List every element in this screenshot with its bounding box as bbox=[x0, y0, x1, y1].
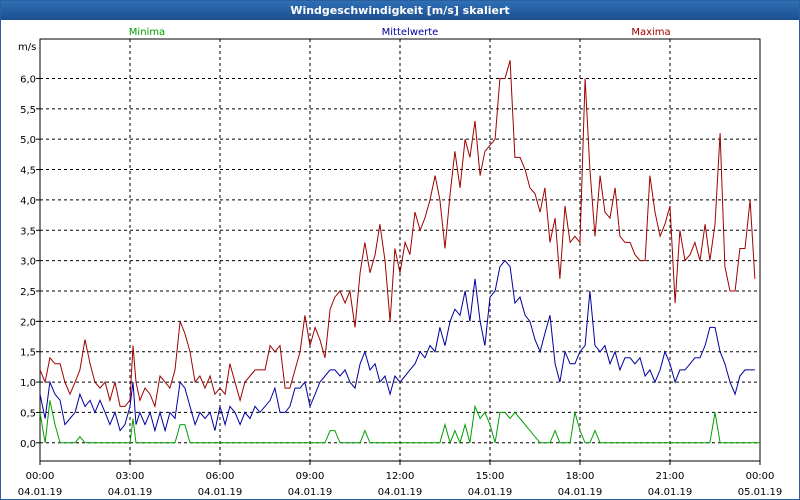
x-tick-time: 06:00 bbox=[206, 471, 235, 482]
y-tick-label: 5,5 bbox=[20, 105, 36, 116]
x-tick-time: 00:00 bbox=[746, 471, 775, 482]
x-tick-date: 05.01.19 bbox=[738, 487, 783, 498]
x-tick-time: 09:00 bbox=[296, 471, 325, 482]
x-tick-time: 21:00 bbox=[656, 471, 685, 482]
legend-maxima: Maxima bbox=[631, 27, 670, 38]
wind-speed-chart: 0,00,51,01,52,02,53,03,54,04,55,05,56,0 … bbox=[18, 27, 783, 498]
y-tick-label: 3,5 bbox=[20, 226, 36, 237]
y-axis-label: m/s bbox=[18, 42, 36, 53]
x-tick-date: 04.01.19 bbox=[18, 487, 63, 498]
y-tick-label: 5,0 bbox=[20, 135, 36, 146]
x-tick-time: 03:00 bbox=[116, 471, 145, 482]
y-tick-label: 6,0 bbox=[20, 74, 36, 85]
x-tick-date: 04.01.19 bbox=[108, 487, 153, 498]
y-tick-label: 0,0 bbox=[20, 439, 36, 450]
x-tick-time: 18:00 bbox=[566, 471, 595, 482]
x-tick-date: 04.01.19 bbox=[648, 487, 693, 498]
legend-mittelwerte: Mittelwerte bbox=[382, 27, 439, 38]
x-tick-time: 12:00 bbox=[386, 471, 415, 482]
x-axis: 00:00 04.01.19 03:00 04.01.19 06:00 04.01.19 0… bbox=[18, 461, 783, 498]
x-tick-date: 04.01.19 bbox=[468, 487, 513, 498]
x-tick-date: 04.01.19 bbox=[198, 487, 243, 498]
y-tick-label: 2,0 bbox=[20, 317, 36, 328]
y-tick-label: 2,5 bbox=[20, 287, 36, 298]
y-tick-label: 0,5 bbox=[20, 408, 36, 419]
x-tick-time: 00:00 bbox=[26, 471, 55, 482]
legend-minima: Minima bbox=[129, 27, 165, 38]
x-tick-time: 15:00 bbox=[476, 471, 505, 482]
y-tick-label: 3,0 bbox=[20, 257, 36, 268]
y-axis: 0,0 0,5 1,0 1,5 2,0 2,5 3,0 3,5 4,0 4,5 5,0 5,5 6,0 bbox=[20, 74, 40, 450]
legend: Minima Mittelwerte Maxima bbox=[129, 27, 671, 38]
y-tick-label: 1,5 bbox=[20, 348, 36, 359]
y-tick-label: 1,0 bbox=[20, 378, 36, 389]
y-tick-label: 4,5 bbox=[20, 166, 36, 177]
y-tick-label: 4,0 bbox=[20, 196, 36, 207]
x-tick-date: 04.01.19 bbox=[378, 487, 423, 498]
x-tick-date: 04.01.19 bbox=[558, 487, 603, 498]
x-tick-date: 04.01.19 bbox=[288, 487, 333, 498]
